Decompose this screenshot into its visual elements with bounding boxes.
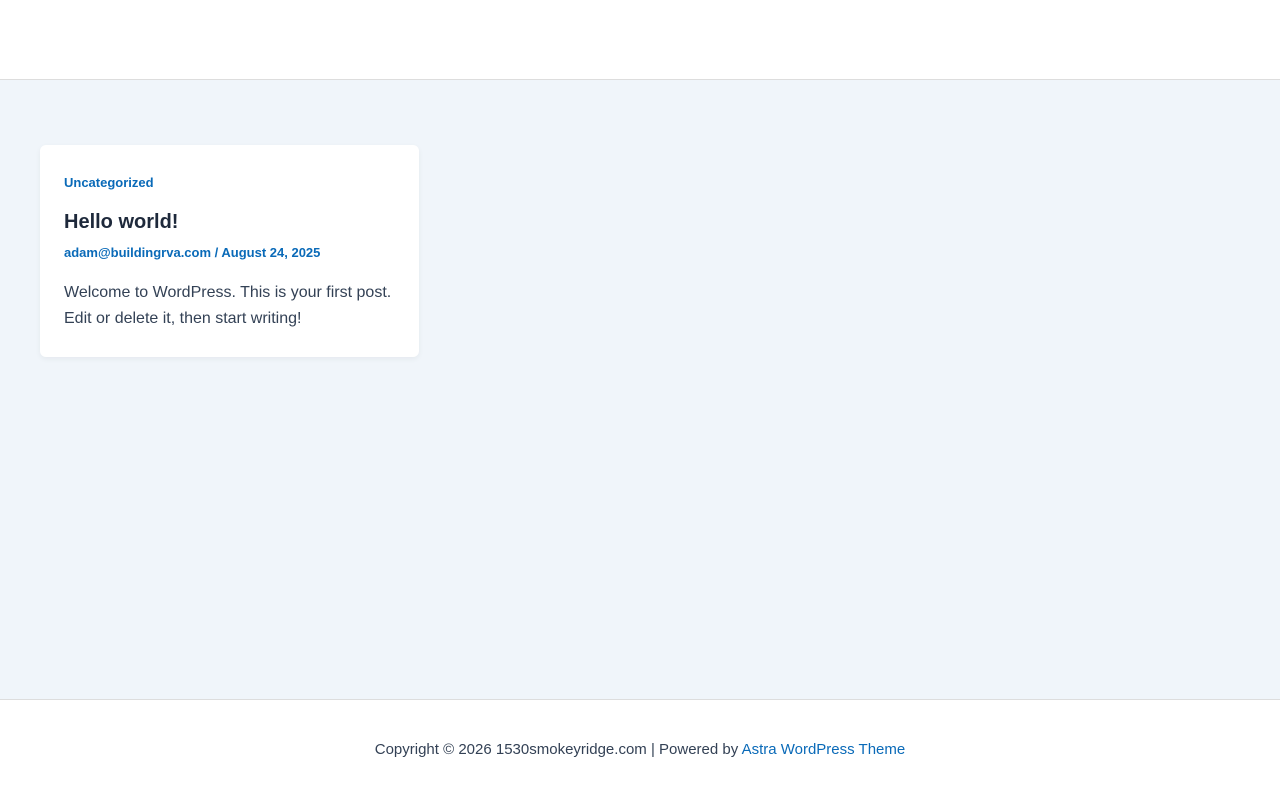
post-excerpt: Welcome to WordPress. This is your first… [64, 284, 392, 327]
post-date-link[interactable]: August 24, 2025 [221, 245, 320, 260]
post-meta-separator: / [211, 245, 222, 260]
post-meta: adam@buildingrva.com / August 24, 2025 [64, 243, 395, 263]
site-main: Uncategorized Hello world! adam@building… [0, 80, 1280, 699]
post-title-link[interactable]: Hello world! [64, 209, 395, 235]
footer-copyright: Copyright © 2026 1530smokeyridge.com | P… [374, 741, 742, 758]
post-author-link[interactable]: adam@buildingrva.com [64, 245, 211, 260]
site-footer: Copyright © 2026 1530smokeyridge.com | P… [0, 699, 1280, 800]
footer-theme-link[interactable]: Astra WordPress Theme [742, 741, 906, 758]
post-category-link[interactable]: Uncategorized [64, 173, 154, 193]
site-header [0, 0, 1280, 80]
post-card: Uncategorized Hello world! adam@building… [40, 145, 419, 357]
